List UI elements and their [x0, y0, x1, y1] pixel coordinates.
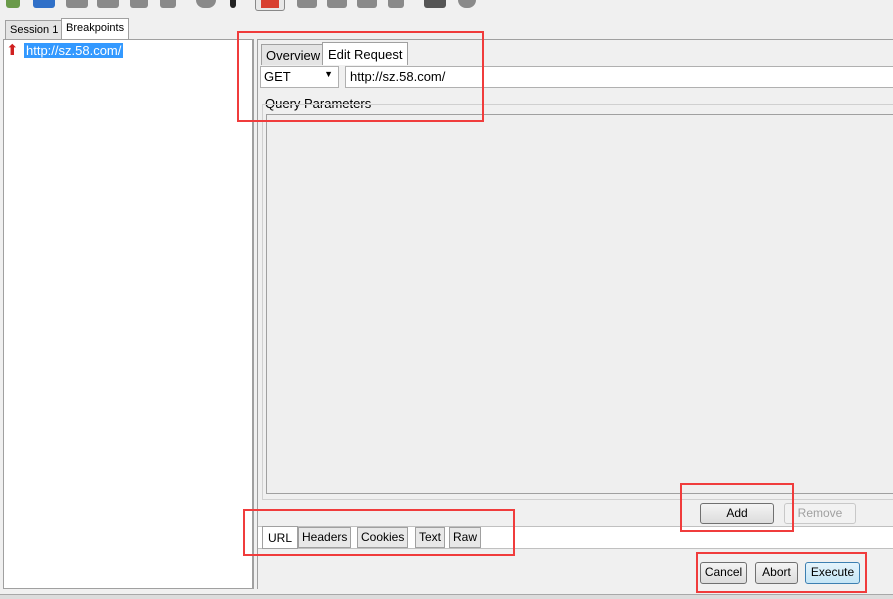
list-item[interactable]: ⬆ http://sz.58.com/ — [6, 42, 124, 59]
tab-label: Breakpoints — [66, 22, 125, 34]
open-icon[interactable] — [33, 0, 55, 8]
tab-edit-request[interactable]: Edit Request — [322, 42, 409, 65]
pointer-icon[interactable] — [230, 0, 236, 8]
tab-label: Edit Request — [328, 47, 403, 62]
up-arrow-icon: ⬆ — [6, 42, 19, 59]
tab-overview[interactable]: Overview — [261, 44, 326, 65]
repeat-icon[interactable] — [327, 0, 347, 8]
gear-icon[interactable] — [458, 0, 476, 8]
tab-headers[interactable]: Headers — [298, 527, 352, 548]
tab-label: Session 1 — [10, 24, 59, 36]
query-parameters-table[interactable] — [266, 114, 893, 494]
breakpoint-list: ⬆ http://sz.58.com/ — [3, 39, 253, 589]
breakpoint-stop-button[interactable] — [255, 0, 285, 11]
breakpoint-url: http://sz.58.com/ — [24, 42, 124, 58]
save-icon[interactable] — [66, 0, 88, 8]
url-value: http://sz.58.com/ — [350, 69, 446, 84]
method-select[interactable]: GET ▼ — [260, 66, 339, 88]
breakpoint-stop-icon — [261, 0, 279, 8]
abort-button[interactable]: Abort — [755, 562, 798, 584]
tab-cookies[interactable]: Cookies — [357, 527, 409, 548]
settings-icon[interactable] — [160, 0, 176, 8]
tab-raw[interactable]: Raw — [449, 527, 482, 548]
method-value: GET — [264, 69, 291, 84]
bottom-tab-strip — [258, 526, 893, 549]
clear-icon[interactable] — [130, 0, 148, 8]
url-input[interactable]: http://sz.58.com/ — [345, 66, 893, 88]
tab-text[interactable]: Text — [415, 527, 446, 548]
add-button[interactable]: Add — [700, 503, 774, 524]
tools-icon[interactable] — [424, 0, 446, 8]
tab-breakpoints[interactable]: Breakpoints — [61, 18, 130, 39]
validate-icon[interactable] — [357, 0, 377, 8]
splitter[interactable] — [253, 39, 258, 589]
save-all-icon[interactable] — [97, 0, 119, 8]
record-icon[interactable] — [196, 0, 216, 8]
new-icon[interactable] — [6, 0, 20, 8]
execute-button[interactable]: Execute — [805, 562, 860, 584]
remove-button[interactable]: Remove — [784, 503, 856, 524]
cancel-button[interactable]: Cancel — [700, 562, 747, 584]
tab-session-1[interactable]: Session 1 — [5, 20, 64, 39]
divider — [258, 39, 893, 40]
tab-label: Overview — [266, 48, 321, 63]
edit-icon[interactable] — [297, 0, 317, 8]
status-bar — [0, 594, 893, 599]
down-icon[interactable] — [388, 0, 404, 8]
chevron-down-icon: ▼ — [324, 69, 333, 79]
tab-url[interactable]: URL — [262, 526, 299, 549]
